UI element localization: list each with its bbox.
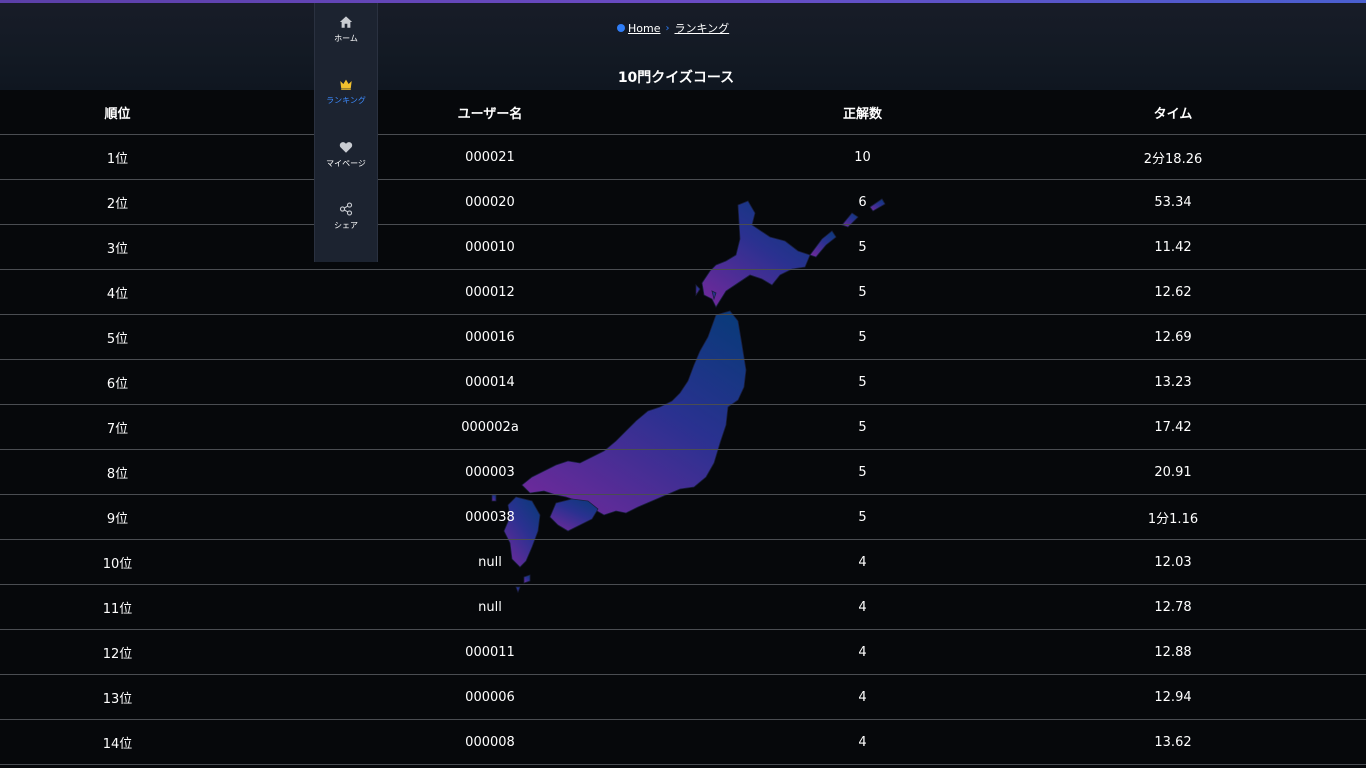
- page-title: 10門クイズコース: [617, 70, 735, 86]
- correct-count-cell: 6: [745, 179, 980, 225]
- breadcrumb: Home › ランキング: [617, 20, 729, 36]
- username-cell: 000014: [235, 359, 745, 405]
- table-row: 12位 000011 4 12.88: [0, 629, 1366, 675]
- time-cell: 12.62: [980, 269, 1366, 315]
- rank-cell: 10位: [0, 539, 235, 585]
- rank-cell: 11位: [0, 584, 235, 630]
- username-cell: 000002a: [235, 404, 745, 450]
- rank-cell: 8位: [0, 449, 235, 495]
- correct-count-cell: 5: [745, 224, 980, 270]
- table-row: 2位 000020 6 53.34: [0, 179, 1366, 225]
- rank-cell: 7位: [0, 404, 235, 450]
- time-cell: 13.62: [980, 719, 1366, 765]
- time-cell: 2分18.26: [980, 134, 1366, 180]
- rank-cell: 14位: [0, 719, 235, 765]
- correct-count-cell: 10: [745, 134, 980, 180]
- chevron-right-icon: ›: [665, 22, 670, 34]
- page-header: Home › ランキング 10門クイズコース: [0, 3, 1366, 90]
- home-icon: [339, 16, 353, 28]
- correct-count-cell: 5: [745, 449, 980, 495]
- column-header-correct: 正解数: [745, 90, 980, 135]
- username-cell: 000021: [235, 134, 745, 180]
- ranking-page: Home › ランキング 10門クイズコース 順位 ユーザー名 正解数 タイム …: [0, 0, 1366, 768]
- username-cell: 000006: [235, 674, 745, 720]
- time-cell: 20.91: [980, 449, 1366, 495]
- time-cell: 17.42: [980, 404, 1366, 450]
- time-cell: 12.88: [980, 629, 1366, 675]
- table-row: 11位 null 4 12.78: [0, 584, 1366, 630]
- correct-count-cell: 4: [745, 674, 980, 720]
- correct-count-cell: 5: [745, 494, 980, 540]
- username-cell: 000011: [235, 629, 745, 675]
- home-dot-icon: [617, 24, 625, 32]
- table-row: 1位 000021 10 2分18.26: [0, 134, 1366, 180]
- rank-cell: 4位: [0, 269, 235, 315]
- sidebar-nav: ホーム ランキング マイページ シェア: [314, 3, 378, 262]
- table-row: 9位 000038 5 1分1.16: [0, 494, 1366, 540]
- time-cell: 12.94: [980, 674, 1366, 720]
- rank-cell: 3位: [0, 224, 235, 270]
- table-row: 7位 000002a 5 17.42: [0, 404, 1366, 450]
- rank-cell: 5位: [0, 314, 235, 360]
- top-accent-bar: [0, 0, 1366, 3]
- table-row: 8位 000003 5 20.91: [0, 449, 1366, 495]
- sidebar-item-label: シェア: [334, 221, 358, 230]
- correct-count-cell: 4: [745, 719, 980, 765]
- time-cell: 11.42: [980, 224, 1366, 270]
- username-cell: 000012: [235, 269, 745, 315]
- rank-cell: 9位: [0, 494, 235, 540]
- time-cell: 53.34: [980, 179, 1366, 225]
- share-icon: [339, 202, 353, 216]
- breadcrumb-home-link[interactable]: Home: [628, 22, 660, 35]
- username-cell: 000020: [235, 179, 745, 225]
- sidebar-item-mypage[interactable]: マイページ: [315, 132, 377, 184]
- username-cell: null: [235, 584, 745, 630]
- table-row: 4位 000012 5 12.62: [0, 269, 1366, 315]
- table-row: 3位 000010 5 11.42: [0, 224, 1366, 270]
- username-cell: 000016: [235, 314, 745, 360]
- username-cell: null: [235, 539, 745, 585]
- correct-count-cell: 5: [745, 404, 980, 450]
- rank-cell: 6位: [0, 359, 235, 405]
- correct-count-cell: 5: [745, 314, 980, 360]
- sidebar-item-label: ランキング: [326, 96, 366, 105]
- time-cell: 12.03: [980, 539, 1366, 585]
- username-cell: 000003: [235, 449, 745, 495]
- sidebar-item-label: マイページ: [326, 159, 366, 168]
- time-cell: 13.23: [980, 359, 1366, 405]
- correct-count-cell: 4: [745, 629, 980, 675]
- table-header-row: 順位 ユーザー名 正解数 タイム: [0, 90, 1366, 135]
- table-row: 13位 000006 4 12.94: [0, 674, 1366, 720]
- column-header-time: タイム: [980, 90, 1366, 135]
- username-cell: 000008: [235, 719, 745, 765]
- sidebar-item-ranking[interactable]: ランキング: [315, 69, 377, 121]
- correct-count-cell: 5: [745, 269, 980, 315]
- rank-cell: 2位: [0, 179, 235, 225]
- correct-count-cell: 4: [745, 584, 980, 630]
- table-row: 14位 000008 4 13.62: [0, 719, 1366, 765]
- table-row: 5位 000016 5 12.69: [0, 314, 1366, 360]
- correct-count-cell: 4: [745, 539, 980, 585]
- time-cell: 12.69: [980, 314, 1366, 360]
- correct-count-cell: 5: [745, 359, 980, 405]
- username-cell: 000010: [235, 224, 745, 270]
- time-cell: 12.78: [980, 584, 1366, 630]
- table-row: 6位 000014 5 13.23: [0, 359, 1366, 405]
- heart-icon: [339, 142, 353, 153]
- sidebar-item-share[interactable]: シェア: [315, 194, 377, 246]
- username-cell: 000038: [235, 494, 745, 540]
- rank-cell: 12位: [0, 629, 235, 675]
- ranking-table: 順位 ユーザー名 正解数 タイム 1位 000021 10 2分18.26 2位…: [0, 90, 1366, 765]
- sidebar-item-home[interactable]: ホーム: [315, 7, 377, 59]
- crown-icon: [340, 79, 352, 90]
- breadcrumb-current-link[interactable]: ランキング: [674, 20, 729, 36]
- column-header-rank: 順位: [0, 90, 235, 135]
- column-header-username: ユーザー名: [235, 90, 745, 135]
- table-row: 10位 null 4 12.03: [0, 539, 1366, 585]
- time-cell: 1分1.16: [980, 494, 1366, 540]
- sidebar-item-label: ホーム: [334, 34, 358, 43]
- rank-cell: 13位: [0, 674, 235, 720]
- rank-cell: 1位: [0, 134, 235, 180]
